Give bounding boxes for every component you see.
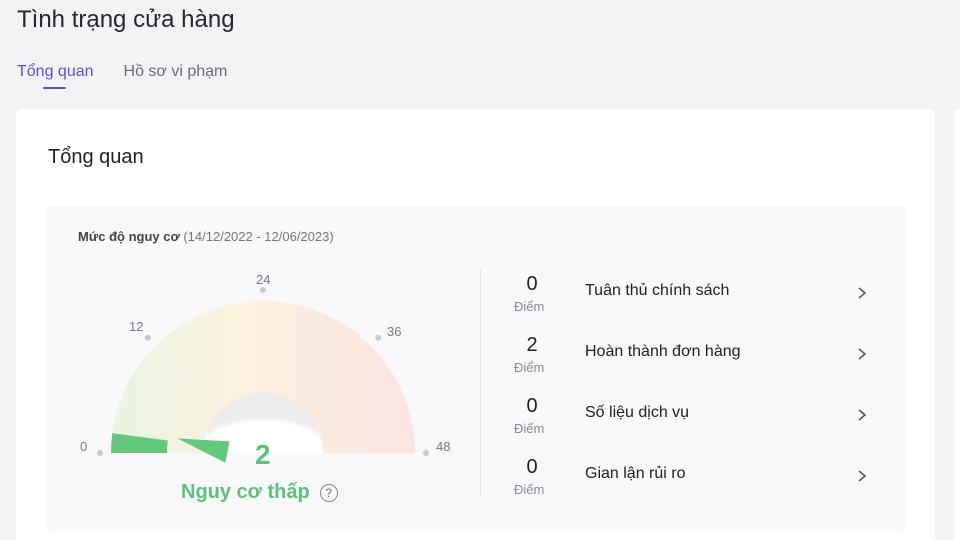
- page-title: Tình trạng cửa hàng: [17, 6, 235, 33]
- metric-name: Số liệu dịch vụ: [585, 404, 690, 421]
- chevron-right-icon: [858, 409, 867, 421]
- tab-overview[interactable]: Tổng quan: [17, 63, 94, 89]
- metric-points: 0: [526, 456, 538, 478]
- risk-panel: Mức độ nguy cơ (14/12/2022 - 12/06/2023): [47, 206, 905, 532]
- tick-label-0: 0: [80, 439, 88, 454]
- tick-label-12: 12: [129, 319, 144, 334]
- metric-unit: Điểm: [514, 421, 545, 436]
- gauge-tick-dot: [260, 287, 266, 293]
- metric-name: Gian lận rủi ro: [585, 465, 686, 482]
- gauge-tick-dot: [423, 450, 429, 456]
- tab-violation-record[interactable]: Hồ sơ vi phạm: [124, 63, 228, 87]
- overview-title: Tổng quan: [48, 146, 144, 168]
- metric-unit: Điểm: [514, 360, 545, 375]
- help-icon[interactable]: ?: [319, 483, 338, 502]
- tick-label-48: 48: [436, 439, 451, 454]
- chevron-right-icon: [858, 470, 867, 482]
- metric-unit: Điểm: [514, 482, 545, 497]
- risk-score: 2: [255, 439, 271, 470]
- metric-points: 0: [526, 273, 538, 295]
- panel-divider: [480, 269, 481, 495]
- metric-unit: Điểm: [514, 299, 545, 314]
- metric-name: Tuân thủ chính sách: [585, 282, 730, 299]
- metric-points: 2: [526, 334, 538, 356]
- metric-policy-compliance[interactable]: 0 Điểm Tuân thủ chính sách: [496, 269, 886, 321]
- metric-points: 0: [526, 395, 538, 417]
- gauge-tick-dot: [144, 334, 151, 341]
- tick-label-24: 24: [256, 272, 271, 287]
- side-card: [954, 109, 960, 540]
- chevron-right-icon: [858, 287, 867, 299]
- gauge-tick-dot: [97, 450, 103, 456]
- risk-level-text: Nguy cơ thấp ?: [181, 481, 338, 504]
- metric-name: Hoàn thành đơn hàng: [585, 343, 741, 360]
- tick-label-36: 36: [387, 324, 402, 339]
- metric-order-fulfillment[interactable]: 2 Điểm Hoàn thành đơn hàng: [496, 330, 886, 382]
- overview-card: Tổng quan Mức độ nguy cơ (14/12/2022 - 1…: [16, 109, 935, 540]
- metric-service-stats[interactable]: 0 Điểm Số liệu dịch vụ: [496, 391, 886, 443]
- risk-level-value: Nguy cơ thấp: [181, 481, 310, 503]
- chevron-right-icon: [858, 348, 867, 360]
- gauge-tick-dot: [375, 334, 382, 341]
- tab-bar: Tổng quan Hồ sơ vi phạm: [17, 63, 228, 89]
- metric-fraud-risk[interactable]: 0 Điểm Gian lận rủi ro: [496, 452, 886, 504]
